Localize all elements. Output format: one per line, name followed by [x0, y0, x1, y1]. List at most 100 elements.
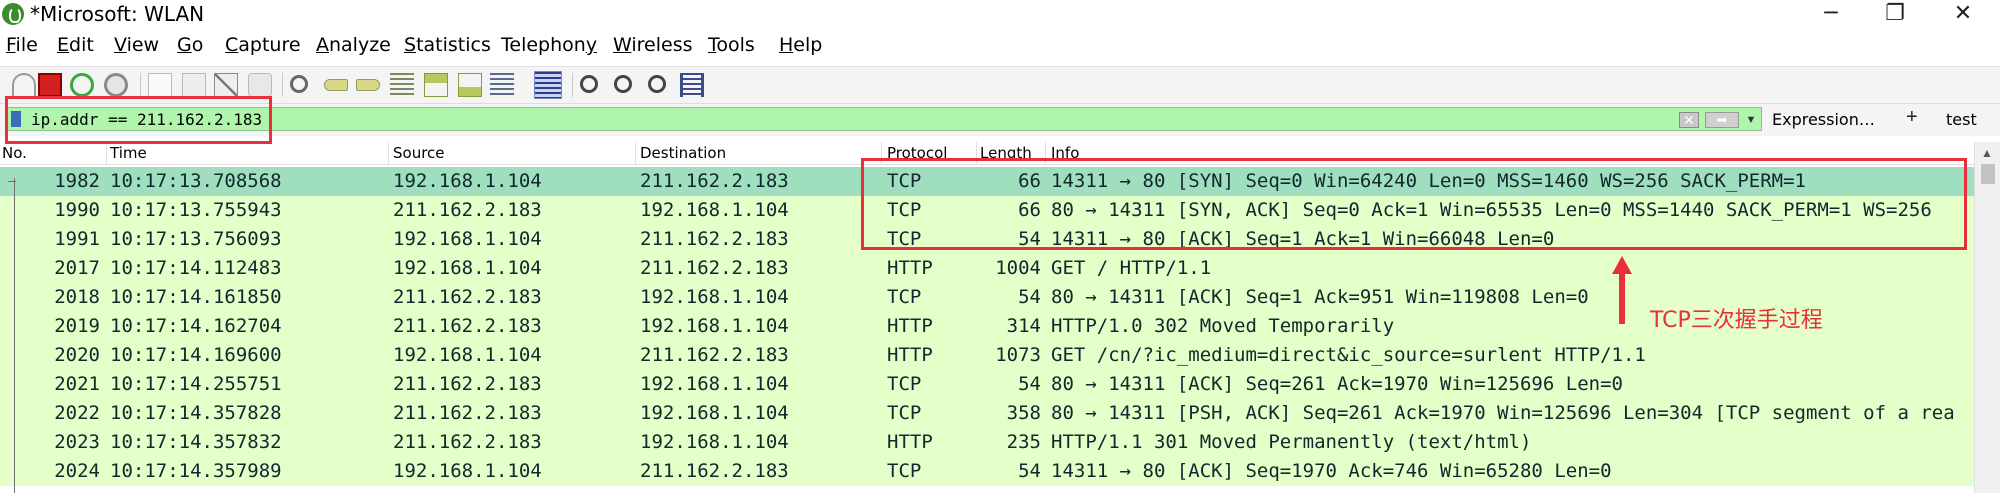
packet-info: 80 → 14311 [ACK] Seq=261 Ack=1970 Win=12… [1051, 373, 1623, 395]
packet-protocol: HTTP [887, 257, 933, 279]
packet-list-scrollbar[interactable]: ▲ [1974, 142, 2000, 493]
close-icon[interactable]: ✕ [1940, 0, 1986, 30]
menu-edit[interactable]: Edit [57, 34, 94, 56]
packet-info: 14311 → 80 [ACK] Seq=1970 Ack=746 Win=65… [1051, 460, 1612, 482]
packet-row[interactable]: 2024 10:17:14.357989 192.168.1.104 211.1… [0, 457, 1974, 486]
restart-capture-icon[interactable] [70, 73, 94, 97]
wireshark-logo-icon [2, 3, 24, 25]
packet-protocol: TCP [887, 402, 922, 424]
scroll-up-icon[interactable]: ▲ [1981, 146, 1993, 160]
menu-help[interactable]: Help [779, 34, 822, 56]
packet-destination: 192.168.1.104 [640, 199, 789, 221]
packet-time: 10:17:14.357989 [110, 460, 282, 482]
menu-wireless[interactable]: Wireless [613, 34, 693, 56]
menu-bar: File Edit View Go Capture Analyze Statis… [0, 34, 2000, 64]
packet-time: 10:17:13.755943 [110, 199, 282, 221]
packet-info: HTTP/1.1 301 Moved Permanently (text/htm… [1051, 431, 1532, 453]
colorize-icon[interactable] [534, 71, 562, 99]
packet-protocol: HTTP [887, 315, 933, 337]
packet-destination: 192.168.1.104 [640, 315, 789, 337]
column-header-no[interactable]: No. [2, 144, 27, 162]
packet-destination: 192.168.1.104 [640, 431, 789, 453]
toolbar-separator [572, 73, 573, 97]
toolbar-separator [140, 73, 141, 97]
find-packet-icon[interactable] [290, 75, 308, 93]
packet-source: 211.162.2.183 [393, 315, 542, 337]
packet-number: 2021 [54, 373, 100, 395]
packet-number: 2017 [54, 257, 100, 279]
close-file-icon[interactable] [214, 73, 238, 97]
column-header-destination[interactable]: Destination [640, 144, 726, 162]
scroll-thumb[interactable] [1981, 164, 1995, 184]
stop-capture-icon[interactable] [38, 73, 62, 97]
handshake-highlight-box [861, 158, 1967, 250]
packet-info: GET / HTTP/1.1 [1051, 257, 1212, 279]
recent-filters-dropdown[interactable]: ▼ [1743, 112, 1759, 128]
zoom-out-icon[interactable] [614, 75, 632, 93]
reload-file-icon[interactable] [248, 73, 272, 97]
packet-destination: 192.168.1.104 [640, 373, 789, 395]
start-capture-icon[interactable] [12, 73, 36, 97]
packet-row[interactable]: 2023 10:17:14.357832 211.162.2.183 192.1… [0, 428, 1974, 457]
zoom-in-icon[interactable] [580, 75, 598, 93]
open-file-icon[interactable] [148, 73, 172, 97]
capture-options-icon[interactable] [104, 73, 128, 97]
packet-source: 192.168.1.104 [393, 460, 542, 482]
go-to-packet-icon[interactable] [390, 73, 414, 97]
menu-go[interactable]: Go [177, 34, 203, 56]
packet-row[interactable]: 2021 10:17:14.255751 211.162.2.183 192.1… [0, 370, 1974, 399]
add-filter-button[interactable]: + [1906, 106, 1918, 129]
menu-view[interactable]: View [114, 34, 159, 56]
packet-time: 10:17:14.161850 [110, 286, 282, 308]
minimize-icon[interactable]: ─ [1808, 0, 1854, 30]
packet-source: 192.168.1.104 [393, 170, 542, 192]
packet-row[interactable]: 2017 10:17:14.112483 192.168.1.104 211.1… [0, 254, 1974, 283]
menu-capture[interactable]: Capture [225, 34, 301, 56]
packet-length: 314 [1006, 315, 1041, 337]
packet-destination: 211.162.2.183 [640, 257, 789, 279]
conversation-bracket-start [8, 181, 16, 182]
menu-analyze[interactable]: Analyze [316, 34, 391, 56]
annotation-arrow-icon [1612, 256, 1632, 324]
go-back-icon[interactable] [324, 79, 348, 91]
packet-protocol: TCP [887, 373, 922, 395]
zoom-normal-icon[interactable] [648, 75, 666, 93]
last-packet-icon[interactable] [458, 73, 482, 97]
save-file-icon[interactable] [182, 73, 206, 97]
resize-columns-icon[interactable] [680, 73, 704, 97]
packet-protocol: HTTP [887, 344, 933, 366]
conversation-bracket [14, 178, 15, 493]
filter-button-test[interactable]: test [1946, 110, 1977, 129]
auto-scroll-icon[interactable] [490, 73, 514, 97]
apply-filter-button[interactable]: ➡ [1705, 112, 1739, 128]
packet-time: 10:17:14.112483 [110, 257, 282, 279]
packet-time: 10:17:13.708568 [110, 170, 282, 192]
menu-tools[interactable]: Tools [708, 34, 755, 56]
column-separator[interactable] [635, 142, 636, 164]
packet-time: 10:17:14.162704 [110, 315, 282, 337]
packet-row[interactable]: 2020 10:17:14.169600 192.168.1.104 211.1… [0, 341, 1974, 370]
column-header-source[interactable]: Source [393, 144, 445, 162]
menu-telephony[interactable]: Telephony [501, 34, 597, 56]
packet-destination: 211.162.2.183 [640, 460, 789, 482]
column-separator[interactable] [388, 142, 389, 164]
column-header-time[interactable]: Time [110, 144, 147, 162]
menu-file[interactable]: File [6, 34, 38, 56]
column-separator[interactable] [106, 142, 107, 164]
expression-button[interactable]: Expression… [1772, 110, 1875, 129]
packet-source: 192.168.1.104 [393, 344, 542, 366]
display-filter-bar: ip.addr == 211.162.2.183 ✕ ➡ ▼ Expressio… [0, 104, 2000, 136]
first-packet-icon[interactable] [424, 73, 448, 97]
packet-number: 2024 [54, 460, 100, 482]
clear-filter-button[interactable]: ✕ [1679, 112, 1699, 128]
maximize-icon[interactable]: ❐ [1872, 0, 1918, 30]
go-forward-icon[interactable] [356, 79, 380, 91]
window-title: *Microsoft: WLAN [30, 2, 205, 26]
packet-time: 10:17:14.357832 [110, 431, 282, 453]
menu-statistics[interactable]: Statistics [404, 34, 491, 56]
packet-info: 80 → 14311 [PSH, ACK] Seq=261 Ack=1970 W… [1051, 402, 1955, 424]
packet-row[interactable]: 2022 10:17:14.357828 211.162.2.183 192.1… [0, 399, 1974, 428]
packet-source: 192.168.1.104 [393, 228, 542, 250]
packet-number: 1991 [54, 228, 100, 250]
filter-highlight-box [5, 96, 272, 144]
